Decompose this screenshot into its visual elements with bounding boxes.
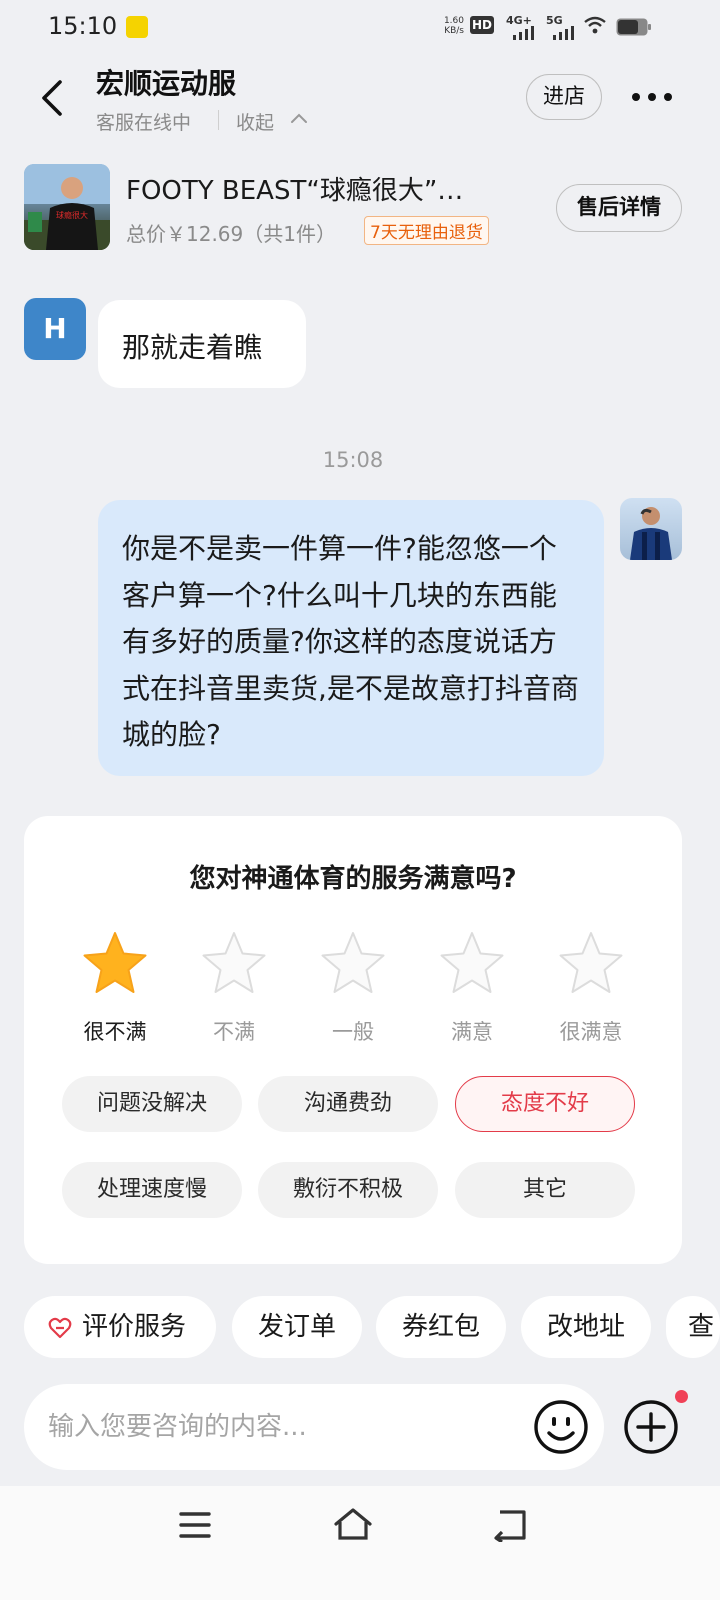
- message-input[interactable]: [48, 1406, 518, 1448]
- star-icon[interactable]: [200, 930, 268, 998]
- star-icon[interactable]: [557, 930, 625, 998]
- product-thumbnail[interactable]: 球瘾很大: [24, 164, 110, 250]
- seller-avatar[interactable]: H: [24, 298, 86, 360]
- emoji-icon[interactable]: [532, 1398, 590, 1456]
- chat-timestamp: 15:08: [322, 448, 384, 472]
- star-icon[interactable]: [81, 930, 149, 998]
- star-label: 很满意: [559, 1020, 623, 1044]
- system-navigation-bar: [0, 1486, 720, 1600]
- plus-icon[interactable]: [622, 1398, 680, 1456]
- product-title[interactable]: FOOTY BEAST“球瘾很大”…: [126, 170, 526, 207]
- user-avatar[interactable]: [620, 498, 682, 560]
- collapse-toggle[interactable]: 收起: [236, 108, 274, 135]
- feedback-tag[interactable]: 问题没解决: [62, 1076, 242, 1132]
- divider: [218, 110, 219, 130]
- return-policy-badge: 7天无理由退货: [364, 216, 489, 245]
- heart-icon: [48, 1317, 72, 1339]
- quick-action-chip[interactable]: 查: [666, 1296, 720, 1358]
- quick-action-label: 发订单: [257, 1312, 336, 1342]
- star-label: 不满: [213, 1020, 255, 1044]
- after-sale-details-button[interactable]: 售后详情: [556, 184, 682, 232]
- survey-question: 您对神通体育的服务满意吗?: [189, 864, 517, 894]
- network-speed: 1.60 KB/s: [438, 16, 464, 36]
- quick-action-chip[interactable]: 发订单: [232, 1296, 362, 1358]
- product-photo-icon: 球瘾很大: [24, 164, 110, 250]
- star-label: 一般: [332, 1020, 374, 1044]
- quick-action-label: 评价服务: [82, 1312, 187, 1342]
- quick-action-label: 券红包: [401, 1312, 480, 1342]
- wifi-icon: [584, 16, 606, 34]
- network-speed-value: 1.60: [443, 16, 464, 26]
- feedback-tag[interactable]: 其它: [455, 1162, 635, 1218]
- quick-action-chip[interactable]: 改地址: [521, 1296, 651, 1358]
- star-label: 满意: [451, 1020, 493, 1044]
- chevron-up-icon[interactable]: [290, 112, 308, 124]
- enter-store-button[interactable]: 进店: [526, 74, 602, 120]
- product-price: 总价￥12.69（共1件）: [126, 222, 336, 246]
- star-label: 很不满: [83, 1020, 147, 1044]
- quick-action-label: 查: [688, 1312, 715, 1342]
- feedback-tag[interactable]: 敷衍不积极: [258, 1162, 438, 1218]
- signal-bars-icon: [513, 26, 534, 40]
- menu-icon[interactable]: [178, 1510, 212, 1540]
- service-status: 客服在线中: [96, 112, 192, 134]
- avatar-photo-icon: [630, 507, 672, 560]
- feedback-tag[interactable]: 沟通费劲: [258, 1076, 438, 1132]
- more-icon[interactable]: [630, 88, 674, 106]
- star-icon[interactable]: [438, 930, 506, 998]
- user-message-text: 你是不是卖一件算一件?能忽悠一个客户算一个?什么叫十几块的东西能有多好的质量?你…: [122, 532, 579, 751]
- status-time: 15:10: [48, 12, 118, 40]
- notification-dot: [675, 1390, 688, 1403]
- battery-icon: [616, 18, 651, 36]
- star-icon[interactable]: [319, 930, 387, 998]
- app-notification-icon: [126, 16, 148, 38]
- signal-bars-icon: [553, 26, 574, 40]
- seller-message-text: 那就走着瞧: [122, 331, 263, 364]
- return-icon[interactable]: [490, 1508, 528, 1542]
- shop-name: 宏顺运动服: [96, 67, 237, 100]
- shirt-print: 球瘾很大: [56, 210, 88, 220]
- home-icon[interactable]: [332, 1506, 374, 1542]
- network-speed-unit: KB/s: [444, 26, 464, 36]
- hd-badge: HD: [470, 16, 495, 34]
- quick-action-chip[interactable]: 券红包: [376, 1296, 506, 1358]
- feedback-tag[interactable]: 处理速度慢: [62, 1162, 242, 1218]
- quick-action-label: 改地址: [546, 1312, 625, 1342]
- feedback-tag[interactable]: 态度不好: [455, 1076, 635, 1132]
- back-icon[interactable]: [36, 78, 72, 118]
- quick-action-chip[interactable]: 评价服务: [24, 1296, 216, 1358]
